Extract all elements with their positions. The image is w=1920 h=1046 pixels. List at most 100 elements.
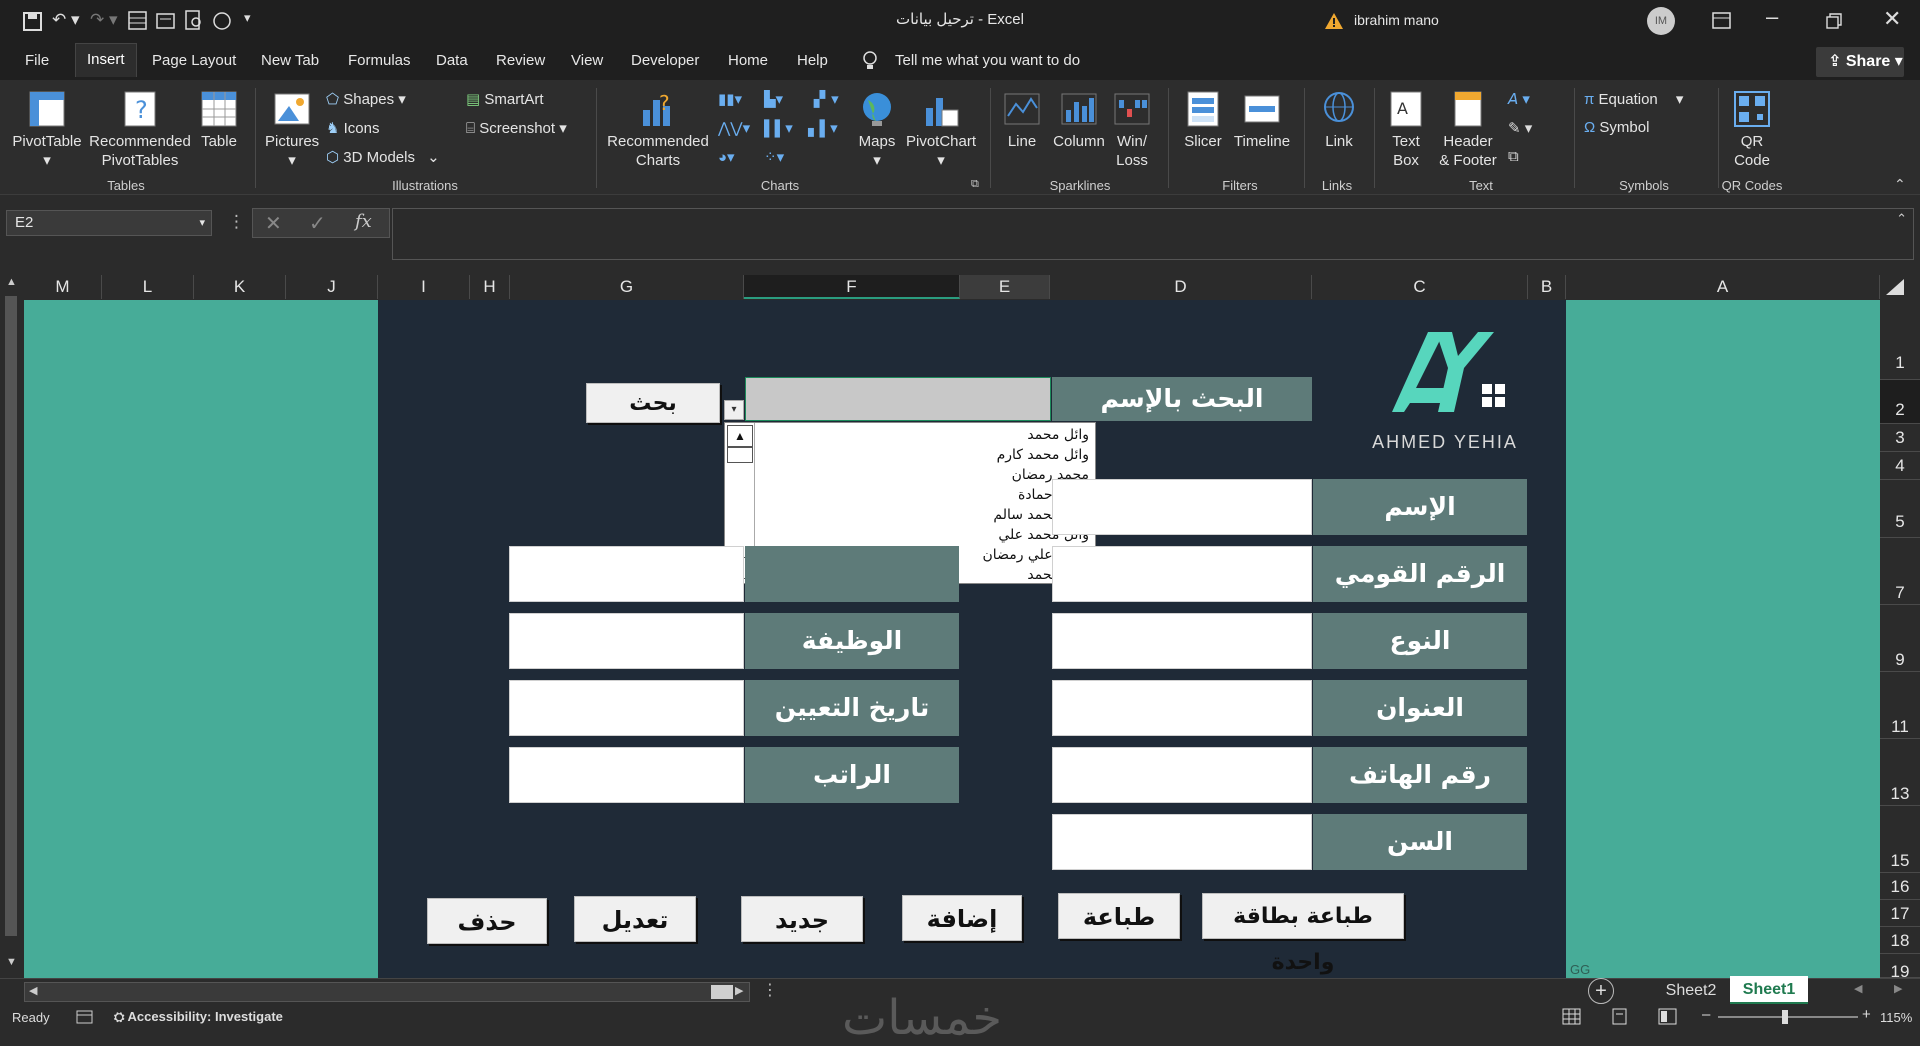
column-chart-button[interactable]: ▮▮▾: [718, 90, 742, 108]
delete-button[interactable]: حذف: [427, 898, 547, 944]
hierarchy-chart-button[interactable]: ▙▾: [764, 90, 783, 108]
row-header-1[interactable]: 1: [1880, 300, 1920, 380]
text-box-button[interactable]: A Text Box: [1384, 90, 1428, 170]
row-header-5[interactable]: 5: [1880, 480, 1920, 538]
zoom-level[interactable]: 115%: [1880, 1010, 1912, 1025]
column-header-m[interactable]: M: [24, 275, 102, 299]
ribbon-display-icon[interactable]: [1712, 12, 1732, 30]
share-button[interactable]: ⇪ Share ▾: [1816, 47, 1904, 77]
recommended-charts-button[interactable]: ? Recommended Charts: [606, 90, 710, 170]
macro-record-icon[interactable]: [76, 1009, 94, 1025]
insert-function-icon[interactable]: fx: [355, 211, 372, 232]
scroll-tabs-left-icon[interactable]: ◀: [1854, 982, 1862, 995]
dropdown-item[interactable]: محمد حمادة: [757, 485, 1093, 505]
edit-button[interactable]: تعديل: [574, 896, 696, 942]
search-name-input[interactable]: [745, 377, 1051, 421]
sheet-tab-sheet2[interactable]: Sheet2: [1652, 978, 1730, 1004]
row-header-9[interactable]: 9: [1880, 605, 1920, 672]
gender-input[interactable]: [1052, 613, 1312, 669]
column-header-j[interactable]: J: [286, 275, 378, 299]
row-header-18[interactable]: 18: [1880, 927, 1920, 954]
tab-new-tab[interactable]: New Tab: [261, 52, 319, 69]
sparkline-winloss-button[interactable]: Win/Loss: [1110, 90, 1154, 170]
row-header-15[interactable]: 15: [1880, 806, 1920, 873]
link-button[interactable]: Link: [1314, 90, 1364, 151]
pivottable-button[interactable]: PivotTable ▾: [10, 90, 84, 170]
tab-home[interactable]: Home: [728, 52, 768, 69]
age-input[interactable]: [1052, 814, 1312, 870]
address-input[interactable]: [1052, 680, 1312, 736]
pie-chart-button[interactable]: ◕▾: [718, 148, 735, 166]
tab-review[interactable]: Review: [496, 52, 545, 69]
table-button[interactable]: Table: [198, 90, 240, 151]
pivotchart-button[interactable]: PivotChart ▾: [904, 90, 978, 170]
recommended-pivottables-button[interactable]: ? Recommended PivotTables: [88, 90, 192, 170]
smartart-button[interactable]: ▤ SmartArt: [466, 90, 544, 108]
horizontal-scrollbar[interactable]: ◀ ▶: [24, 982, 750, 1002]
zoom-out-icon[interactable]: –: [1702, 1006, 1710, 1023]
dropdown-item[interactable]: وائل محمد سالم: [757, 505, 1093, 525]
statistic-chart-button[interactable]: ▌▌▾: [764, 119, 793, 137]
row-header-13[interactable]: 13: [1880, 739, 1920, 806]
scrollbar-thumb[interactable]: [5, 296, 17, 936]
zoom-in-icon[interactable]: +: [1862, 1006, 1871, 1023]
row-header-7[interactable]: 7: [1880, 538, 1920, 605]
sheet-area-left[interactable]: [24, 300, 378, 978]
sheet-area-right[interactable]: [1566, 300, 1880, 978]
more-icon[interactable]: ⋮: [762, 980, 778, 1000]
tab-file[interactable]: File: [25, 52, 49, 69]
column-header-a[interactable]: A: [1566, 275, 1880, 299]
object-button[interactable]: ⧉: [1508, 148, 1519, 165]
tab-developer[interactable]: Developer: [631, 52, 699, 69]
scroll-up-icon[interactable]: ▲: [727, 425, 753, 447]
hire-date-input[interactable]: [509, 680, 744, 736]
minimize-icon[interactable]: –: [1766, 4, 1778, 30]
column-header-h[interactable]: H: [470, 275, 510, 299]
zoom-slider[interactable]: [1718, 1016, 1858, 1018]
phone-input[interactable]: [1052, 747, 1312, 803]
column-header-k[interactable]: K: [194, 275, 286, 299]
enter-icon[interactable]: ✓: [309, 211, 326, 236]
tab-formulas[interactable]: Formulas: [348, 52, 411, 69]
slicer-button[interactable]: Slicer: [1178, 90, 1228, 151]
tab-view[interactable]: View: [571, 52, 603, 69]
add-sheet-icon[interactable]: +: [1588, 978, 1614, 1004]
tab-page-layout[interactable]: Page Layout: [152, 52, 236, 69]
row-header-19[interactable]: 19: [1880, 954, 1920, 978]
add-button[interactable]: إضافة: [902, 895, 1022, 941]
more-options-icon[interactable]: ⋮: [228, 212, 245, 232]
row-header-17[interactable]: 17: [1880, 900, 1920, 927]
name-input[interactable]: [1052, 479, 1312, 535]
normal-view-icon[interactable]: [1562, 1008, 1582, 1026]
column-header-l[interactable]: L: [102, 275, 194, 299]
name-box[interactable]: E2 ▾: [6, 210, 212, 236]
row-header-4[interactable]: 4: [1880, 452, 1920, 480]
tell-me-search[interactable]: Tell me what you want to do: [895, 52, 1080, 69]
tab-help[interactable]: Help: [797, 52, 828, 69]
national-id-input[interactable]: [1052, 546, 1312, 602]
dropdown-item[interactable]: وائل محمد كارم: [757, 445, 1093, 465]
page-break-view-icon[interactable]: [1658, 1008, 1678, 1026]
sheet-tab-sheet1[interactable]: Sheet1: [1730, 976, 1808, 1004]
vertical-scrollbar[interactable]: ▲ ▼: [0, 272, 24, 978]
formula-input[interactable]: ⌃: [392, 208, 1914, 260]
top-left-input[interactable]: [509, 546, 744, 602]
new-button[interactable]: جديد: [741, 896, 863, 942]
dropdown-item[interactable]: وائل محمد: [757, 425, 1093, 445]
search-button[interactable]: بحث: [586, 383, 720, 423]
cancel-icon[interactable]: ✕: [265, 211, 282, 236]
waterfall-chart-button[interactable]: ▗▘▾: [808, 90, 839, 108]
equation-button[interactable]: π Equation ▾: [1584, 90, 1683, 108]
column-header-d[interactable]: D: [1050, 275, 1312, 299]
job-input[interactable]: [509, 613, 744, 669]
header-footer-button[interactable]: Header & Footer: [1436, 90, 1500, 170]
line-chart-button[interactable]: ⋀⋁▾: [718, 119, 750, 137]
dropdown-item[interactable]: محمد رمضان: [757, 465, 1093, 485]
dropdown-item[interactable]: وائل محمد علي: [757, 525, 1093, 545]
close-icon[interactable]: ✕: [1883, 6, 1901, 32]
print-button[interactable]: طباعة: [1058, 893, 1180, 939]
column-header-g[interactable]: G: [510, 275, 744, 299]
print-single-card-button[interactable]: طباعة بطاقة واحدة: [1202, 893, 1404, 975]
row-header-3[interactable]: 3: [1880, 424, 1920, 452]
warning-icon[interactable]: [1324, 12, 1344, 30]
